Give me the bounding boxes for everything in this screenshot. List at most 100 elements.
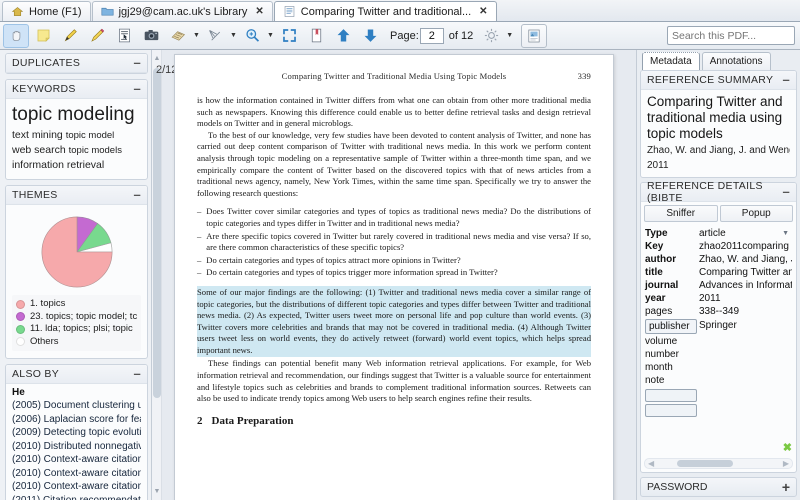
page-number-input[interactable]: [419, 27, 444, 44]
scroll-down-arrow-icon[interactable]: ▼: [153, 485, 161, 498]
list-item[interactable]: (2006) Laplacian score for feature: [12, 413, 141, 427]
keyword-tag[interactable]: text mining: [12, 129, 63, 141]
pdf-page[interactable]: Comparing Twitter and Traditional Media …: [174, 54, 614, 500]
reference-summary-header[interactable]: REFERENCE SUMMARY –: [641, 71, 796, 90]
list-item: – Are there specific topics covered in T…: [197, 231, 591, 254]
question-text: Do certain categories and types of topic…: [206, 267, 498, 278]
snapshot-tool-button[interactable]: [138, 24, 164, 48]
green-marker-icon[interactable]: ✖: [783, 441, 792, 454]
sticky-note-tool-button[interactable]: [30, 24, 56, 48]
collapse-icon[interactable]: –: [133, 56, 141, 69]
erase-dropdown-caret-icon[interactable]: ▼: [229, 24, 238, 48]
keyword-primary[interactable]: topic modeling: [12, 104, 141, 126]
themes-panel: THEMES – 1. topics 23. topics; topic mod…: [5, 185, 148, 359]
list-item[interactable]: (2010) Context-aware citation rec: [12, 467, 141, 481]
erase-tool-button[interactable]: [202, 24, 228, 48]
keyword-row: information retrieval: [12, 158, 141, 172]
display-settings-button[interactable]: [478, 24, 504, 48]
display-settings-caret-icon[interactable]: ▼: [505, 24, 514, 48]
tab-library[interactable]: jgj29@cam.ac.uk's Library ✕: [91, 1, 273, 21]
scroll-right-arrow-icon[interactable]: ▶: [783, 459, 789, 468]
pen-tool-button[interactable]: [84, 24, 110, 48]
zoom-tool-button[interactable]: [239, 24, 265, 48]
field-value-select[interactable]: article ▼: [699, 227, 792, 240]
list-item[interactable]: (2005) Document clustering using: [12, 399, 141, 413]
tab-metadata[interactable]: Metadata: [642, 52, 700, 70]
bookmark-tool-button[interactable]: [303, 24, 329, 48]
password-panel-header[interactable]: PASSWORD +: [640, 477, 797, 497]
field-value[interactable]: 2011: [699, 292, 792, 305]
highlighted-annotation[interactable]: Some of our major findings are the follo…: [197, 285, 591, 358]
field-value[interactable]: 338--349: [699, 305, 792, 318]
text-select-tool-button[interactable]: [111, 24, 137, 48]
legend-item[interactable]: 11. lda; topics; plsi; topic: [16, 323, 137, 336]
list-item[interactable]: (2010) Context-aware citation rec: [12, 480, 141, 494]
list-item[interactable]: (2010) Context-aware citation rec: [12, 453, 141, 467]
viewer-scrollbar[interactable]: ▲ ▼: [152, 50, 162, 500]
reference-details-panel: REFERENCE DETAILS (BIBTE – Sniffer Popup…: [640, 180, 797, 473]
tab-library-close-icon[interactable]: ✕: [255, 6, 263, 17]
fit-page-tool-button[interactable]: [276, 24, 302, 48]
keyword-tag[interactable]: topic models: [69, 145, 122, 156]
pdf-search-box[interactable]: [667, 26, 800, 45]
list-item[interactable]: (2011) Citation recommendation: [12, 494, 141, 500]
list-bullet: –: [197, 254, 202, 265]
expand-icon[interactable]: +: [782, 480, 790, 494]
also-by-title: ALSO BY: [12, 368, 60, 380]
collapse-icon[interactable]: –: [782, 185, 790, 198]
duplicates-header[interactable]: DUPLICATES –: [6, 54, 147, 73]
field-value[interactable]: Springer: [699, 318, 792, 332]
legend-color-dot: [16, 312, 25, 322]
collapse-icon[interactable]: –: [133, 82, 141, 95]
collapse-icon[interactable]: –: [133, 188, 141, 201]
keyword-tag[interactable]: web search: [12, 144, 66, 156]
details-scrollbar-thumb[interactable]: [677, 460, 734, 467]
new-field-input-1[interactable]: [645, 389, 697, 402]
camera-icon: [144, 29, 158, 41]
field-key: author: [645, 254, 677, 265]
tab-document-close-icon[interactable]: ✕: [479, 6, 487, 17]
sniffer-button[interactable]: Sniffer: [644, 205, 718, 222]
tab-home[interactable]: Home (F1): [2, 1, 91, 21]
details-horizontal-scrollbar[interactable]: ◀ ▶: [644, 458, 793, 469]
also-by-header[interactable]: ALSO BY –: [6, 365, 147, 384]
field-key-editable[interactable]: publisher: [645, 319, 697, 334]
zoom-dropdown-caret-icon[interactable]: ▼: [266, 24, 275, 48]
legend-item[interactable]: 1. topics: [16, 298, 137, 311]
new-field-input-2[interactable]: [645, 404, 697, 417]
keywords-header[interactable]: KEYWORDS –: [6, 80, 147, 99]
collapse-icon[interactable]: –: [133, 367, 141, 380]
viewer-scrollbar-thumb[interactable]: [153, 68, 161, 398]
pdf-search-input[interactable]: [672, 29, 800, 42]
reference-details-header[interactable]: REFERENCE DETAILS (BIBTE –: [641, 180, 796, 204]
field-value[interactable]: Advances in Informatio: [699, 279, 792, 292]
list-item[interactable]: (2009) Detecting topic evolution: [12, 426, 141, 440]
extract-dropdown-caret-icon[interactable]: ▼: [192, 24, 201, 48]
scroll-left-arrow-icon[interactable]: ◀: [648, 459, 654, 468]
keyword-tag[interactable]: topic model: [66, 130, 115, 141]
legend-item[interactable]: Others: [16, 336, 137, 349]
list-item: – Does Twitter cover similar categories …: [197, 206, 591, 229]
collapse-icon[interactable]: –: [782, 73, 790, 86]
field-value[interactable]: Zhao, W. and Jiang, J. a: [699, 253, 792, 266]
chevron-down-icon[interactable]: ▼: [782, 227, 792, 240]
extract-tool-button[interactable]: [165, 24, 191, 48]
tab-annotations[interactable]: Annotations: [701, 52, 771, 70]
page-up-button[interactable]: [330, 24, 356, 48]
highlighter-tool-button[interactable]: [57, 24, 83, 48]
running-head-title: Comparing Twitter and Traditional Media …: [281, 71, 507, 81]
field-value[interactable]: Comparing Twitter and: [699, 266, 792, 279]
field-value[interactable]: zhao2011comparing: [699, 240, 792, 253]
list-item[interactable]: (2010) Distributed nonnegative m: [12, 440, 141, 454]
tab-document[interactable]: Comparing Twitter and traditional... ✕: [273, 1, 497, 21]
themes-pie-chart[interactable]: [12, 207, 141, 295]
question-text: Do certain categories and types of topic…: [206, 254, 461, 265]
keyword-tag[interactable]: information retrieval: [12, 159, 104, 171]
themes-header[interactable]: THEMES –: [6, 186, 147, 205]
text-select-icon: [118, 28, 130, 43]
popup-button[interactable]: Popup: [719, 205, 793, 222]
page-down-button[interactable]: [357, 24, 383, 48]
legend-item[interactable]: 23. topics; topic model; tc: [16, 311, 137, 324]
image-extract-tool-button[interactable]: [521, 23, 548, 48]
hand-tool-button[interactable]: [3, 23, 29, 48]
